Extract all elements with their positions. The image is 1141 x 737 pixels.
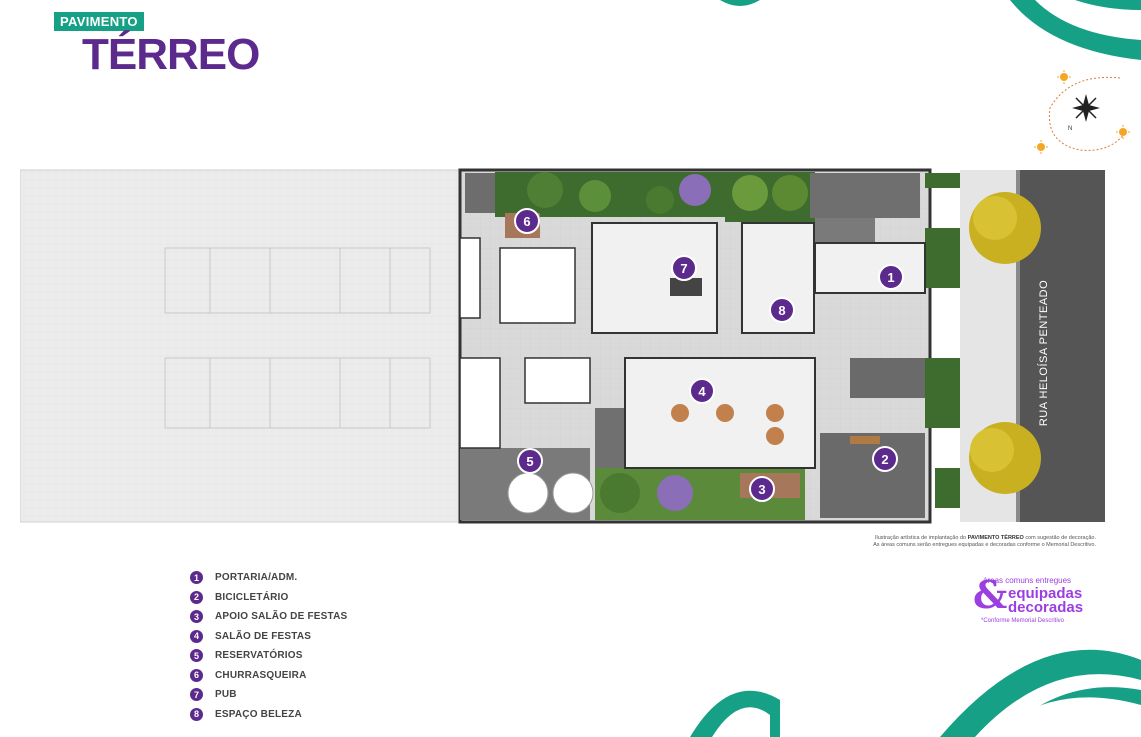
marker-7: 7 bbox=[671, 255, 697, 281]
wave-decoration-bottom bbox=[690, 649, 1141, 737]
marker-3: 3 bbox=[749, 476, 775, 502]
sun-icon bbox=[1057, 70, 1071, 84]
marker-4: 4 bbox=[689, 378, 715, 404]
street-label: RUA HELOÍSA PENTEADO bbox=[1038, 279, 1050, 427]
svg-text:N: N bbox=[1068, 126, 1072, 132]
marker-1: 1 bbox=[878, 264, 904, 290]
legend: 1 PORTARIA/ADM. 2 BICICLETÁRIO 3 APOIO SALÃ… bbox=[190, 568, 347, 724]
marker-6: 6 bbox=[514, 208, 540, 234]
legend-item: 5 RESERVATÓRIOS bbox=[190, 646, 347, 666]
legend-item: 1 PORTARIA/ADM. bbox=[190, 568, 347, 588]
marker-8: 8 bbox=[769, 297, 795, 323]
marker-5: 5 bbox=[517, 448, 543, 474]
marker-2: 2 bbox=[872, 446, 898, 472]
illustration-caption: Ilustração artística de implantação do P… bbox=[873, 535, 1096, 548]
equipped-decorated-seal: & áreas comuns entregues equipadas decor… bbox=[973, 572, 1084, 625]
wave-decoration-top bbox=[720, 0, 1141, 60]
floor-plan-illustration bbox=[20, 168, 1105, 524]
legend-item: 8 ESPAÇO BELEZA bbox=[190, 705, 347, 725]
page-title: TÉRREO bbox=[82, 30, 260, 79]
sun-icon bbox=[1116, 125, 1130, 139]
legend-item: 3 APOIO SALÃO DE FESTAS bbox=[190, 607, 347, 627]
legend-item: 7 PUB bbox=[190, 685, 347, 705]
floor-badge: PAVIMENTO bbox=[54, 12, 144, 31]
sun-icon bbox=[1034, 140, 1048, 154]
legend-item: 4 SALÃO DE FESTAS bbox=[190, 627, 347, 647]
legend-item: 6 CHURRASQUEIRA bbox=[190, 666, 347, 686]
legend-item: 2 BICICLETÁRIO bbox=[190, 588, 347, 608]
